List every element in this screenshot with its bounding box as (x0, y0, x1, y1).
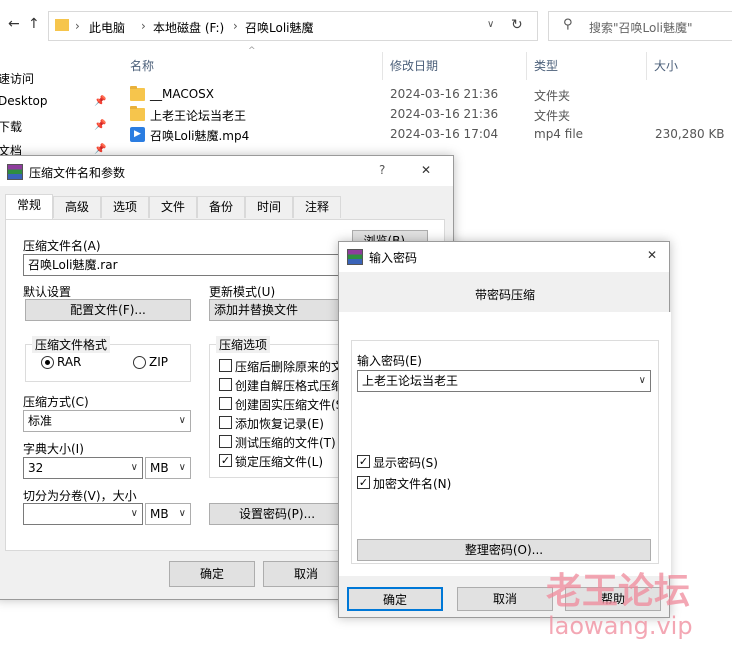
breadcrumb-folder[interactable]: 召唤Loli魅魔 (245, 19, 314, 36)
tab-files[interactable]: 文件 (149, 196, 197, 218)
format-zip-label: ZIP (149, 355, 168, 369)
option-checkbox[interactable] (219, 397, 232, 410)
archive-name-input[interactable]: 召唤Loli魅魔.rar (23, 254, 343, 276)
tab-advanced[interactable]: 高级 (53, 196, 101, 218)
option-label: 锁定压缩文件(L) (235, 455, 324, 469)
dict-select[interactable]: 32 ∨ (23, 457, 143, 479)
split-select[interactable]: ∨ (23, 503, 143, 525)
password-input[interactable]: 上老王论坛当老王 ∨ (357, 370, 651, 392)
sidebar-item-downloads[interactable]: 下载 (0, 118, 22, 135)
close-icon[interactable]: ✕ (647, 248, 657, 262)
option-checkbox[interactable] (219, 416, 232, 429)
watermark-url: laowang.vip (548, 612, 693, 640)
winrar-icon (7, 164, 23, 180)
method-select[interactable]: 标准 ∨ (23, 410, 191, 432)
ok-button[interactable]: 确定 (347, 587, 443, 611)
lock-archive-checkbox[interactable]: ✓ (219, 454, 232, 467)
profiles-button[interactable]: 配置文件(F)... (25, 299, 191, 321)
tab-general[interactable]: 常规 (5, 194, 53, 219)
option-label: 压缩后删除原来的文件 (235, 360, 356, 374)
video-file-icon: ▶ (130, 127, 145, 142)
folder-icon (130, 86, 145, 101)
folder-icon (130, 106, 145, 121)
column-type[interactable]: 类型 (534, 57, 558, 77)
pin-icon: 📌 (94, 96, 107, 107)
search-placeholder: 搜索"召唤Loli魅魔" (589, 21, 693, 35)
chevron-down-icon: ∨ (178, 508, 186, 519)
dialog-title: 输入密码 (369, 251, 418, 265)
option-label: 测试压缩的文件(T) (235, 436, 336, 450)
show-password-label: 显示密码(S) (373, 456, 438, 470)
pin-icon: 📌 (94, 144, 107, 155)
format-rar-radio[interactable] (41, 356, 54, 369)
chevron-down-icon: ∨ (130, 508, 138, 519)
refresh-icon[interactable]: ↻ (511, 17, 523, 33)
search-box[interactable]: ⚲ 搜索"召唤Loli魅魔" (548, 11, 732, 41)
encrypt-names-label: 加密文件名(N) (373, 477, 452, 491)
dialog-heading: 带密码压缩 (474, 288, 535, 302)
breadcrumb-this-pc[interactable]: 此电脑 (89, 19, 125, 36)
chevron-down-icon[interactable]: ∨ (487, 19, 494, 30)
title-bar: 输入密码 ✕ (339, 242, 669, 272)
title-bar: 压缩文件名和参数 ? ✕ (0, 156, 453, 186)
breadcrumb-drive[interactable]: 本地磁盘 (F:) (153, 19, 224, 36)
dict-label: 字典大小(I) (23, 442, 84, 456)
chevron-down-icon: ∨ (130, 462, 138, 473)
winrar-icon (347, 249, 363, 265)
up-arrow-icon[interactable]: ↑ (28, 16, 40, 32)
chevron-down-icon: ∨ (178, 415, 186, 426)
close-icon[interactable]: ✕ (421, 163, 431, 177)
format-zip-radio[interactable] (133, 356, 146, 369)
help-icon[interactable]: ? (379, 163, 385, 177)
column-name[interactable]: 名称 (130, 57, 154, 77)
archive-name-label: 压缩文件名(A) (23, 239, 101, 253)
back-arrow-icon[interactable]: ← (8, 16, 20, 32)
set-password-button[interactable]: 设置密码(P)... (209, 503, 345, 525)
tab-comment[interactable]: 注释 (293, 196, 341, 218)
format-rar-label: RAR (57, 355, 82, 369)
sidebar-item-quick-access[interactable]: 速访问 (0, 70, 34, 87)
default-settings-label: 默认设置 (23, 285, 72, 299)
sidebar-item-desktop[interactable]: Desktop (0, 94, 48, 108)
encrypt-names-checkbox[interactable]: ✓ (357, 476, 370, 489)
option-checkbox[interactable] (219, 359, 232, 372)
split-unit-select[interactable]: MB ∨ (145, 503, 191, 525)
organize-passwords-button[interactable]: 整理密码(O)... (357, 539, 651, 561)
option-label: 创建固实压缩文件(S) (235, 398, 348, 412)
ok-button[interactable]: 确定 (169, 561, 255, 587)
cancel-button[interactable]: 取消 (457, 587, 553, 611)
method-label: 压缩方式(C) (23, 395, 89, 409)
dialog-title: 压缩文件名和参数 (29, 166, 126, 180)
chevron-down-icon: ∨ (638, 375, 646, 386)
column-size[interactable]: 大小 (654, 57, 678, 77)
dict-unit-select[interactable]: MB ∨ (145, 457, 191, 479)
tab-strip: 常规 高级 选项 文件 备份 时间 注释 (5, 194, 345, 220)
watermark-text: 老王论坛 (546, 571, 691, 612)
chevron-down-icon: ∨ (178, 462, 186, 473)
option-checkbox[interactable] (219, 378, 232, 391)
tab-backup[interactable]: 备份 (197, 196, 245, 218)
sort-arrow-icon: ^ (248, 46, 256, 56)
folder-icon (55, 19, 69, 31)
cancel-button[interactable]: 取消 (263, 561, 349, 587)
column-date[interactable]: 修改日期 (390, 57, 438, 77)
option-checkbox[interactable] (219, 435, 232, 448)
show-password-checkbox[interactable]: ✓ (357, 455, 370, 468)
tab-options[interactable]: 选项 (101, 196, 149, 218)
search-icon: ⚲ (563, 17, 573, 32)
password-label: 输入密码(E) (357, 354, 422, 368)
address-bar[interactable]: › 此电脑 › 本地磁盘 (F:) › 召唤Loli魅魔 ∨ ↻ (48, 11, 538, 41)
update-mode-label: 更新模式(U) (209, 285, 276, 299)
update-mode-select[interactable]: 添加并替换文件 (209, 299, 343, 321)
tab-time[interactable]: 时间 (245, 196, 293, 218)
option-label: 添加恢复记录(E) (235, 417, 324, 431)
split-label: 切分为分卷(V)，大小 (23, 489, 137, 503)
pin-icon: 📌 (94, 120, 107, 131)
